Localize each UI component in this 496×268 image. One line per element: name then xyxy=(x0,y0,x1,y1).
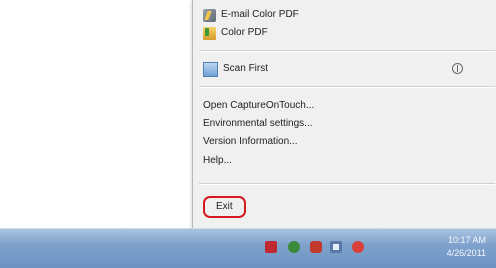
menu-item-label: Color PDF xyxy=(221,27,268,38)
menu-item-help[interactable]: Help... xyxy=(203,152,491,170)
taskbar-clock[interactable]: 10:17 AM 4/26/2011 xyxy=(447,234,486,260)
app-icon-green[interactable] xyxy=(288,241,300,253)
app-icon-red[interactable] xyxy=(265,241,277,253)
menu-item-label: Scan First xyxy=(223,63,269,74)
menu-item-environmental-settings[interactable]: Environmental settings... xyxy=(203,115,491,133)
menu-item-label: Help... xyxy=(203,155,232,166)
clock-date: 4/26/2011 xyxy=(446,248,486,258)
color-pdf-icon xyxy=(203,26,216,40)
clock-time: 10:17 AM xyxy=(447,235,486,245)
menu-separator xyxy=(199,183,495,185)
menu-item-version-information[interactable]: Version Information... xyxy=(203,133,491,151)
menu-item-label: E-mail Color PDF xyxy=(221,9,299,20)
power-icon xyxy=(452,63,463,74)
menu-item-scan-first[interactable]: Scan First xyxy=(203,60,491,78)
menu-item-label: Version Information... xyxy=(203,136,298,147)
menu-item-label: Environmental settings... xyxy=(203,118,313,129)
menu-item-email-color-pdf[interactable]: E-mail Color PDF xyxy=(203,6,491,24)
menu-item-exit[interactable]: Exit xyxy=(203,196,246,218)
app-icon-red-2[interactable] xyxy=(310,241,322,253)
menu-item-open-captureontouch[interactable]: Open CaptureOnTouch... xyxy=(203,97,491,115)
menu-item-color-pdf[interactable]: Color PDF xyxy=(203,24,491,42)
email-pdf-icon xyxy=(203,8,216,22)
tray-context-menu: E-mail Color PDF Color PDF Scan First Op… xyxy=(192,0,496,228)
menu-item-label: Open CaptureOnTouch... xyxy=(203,100,315,111)
network-icon[interactable] xyxy=(330,241,342,253)
menu-separator xyxy=(199,50,495,52)
exit-label: Exit xyxy=(216,201,233,212)
scan-icon xyxy=(203,61,218,77)
menu-separator xyxy=(199,86,495,88)
taskbar: 10:17 AM 4/26/2011 xyxy=(0,228,496,268)
app-icon-red-round[interactable] xyxy=(352,241,364,253)
